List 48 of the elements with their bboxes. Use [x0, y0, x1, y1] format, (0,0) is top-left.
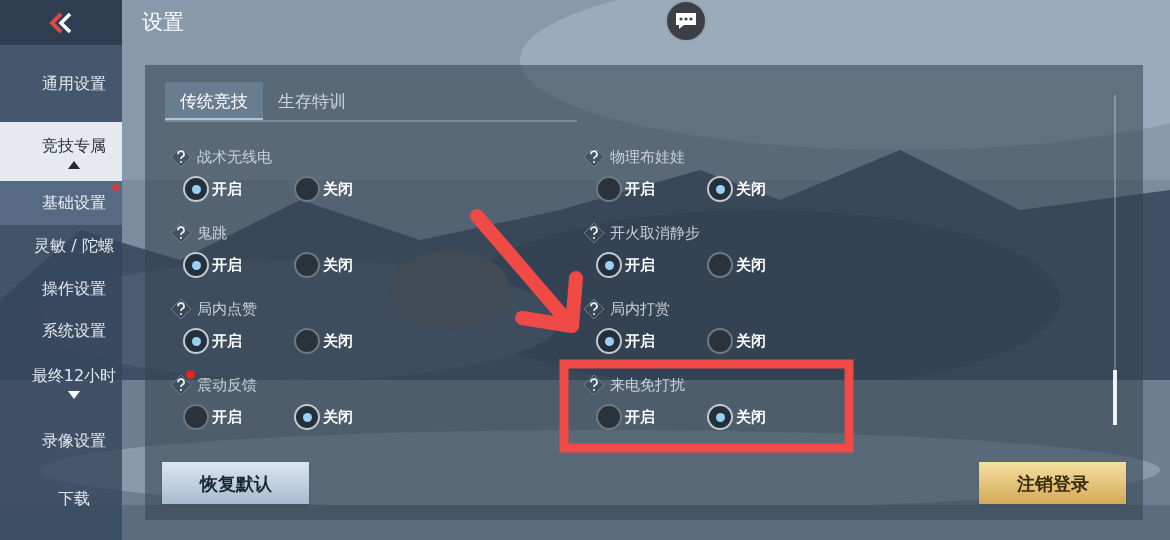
- setting-label: 来电免打扰: [610, 374, 685, 396]
- sidebar-item[interactable]: 通用设置: [0, 45, 122, 122]
- radio-option[interactable]: 开启: [596, 326, 707, 356]
- radio-option[interactable]: 开启: [183, 326, 294, 356]
- radio-option[interactable]: 关闭: [294, 402, 353, 432]
- help-icon[interactable]: [583, 146, 605, 168]
- help-icon[interactable]: [583, 374, 605, 396]
- radio-option[interactable]: 关闭: [707, 326, 766, 356]
- radio-option[interactable]: 关闭: [294, 174, 353, 204]
- page-title: 设置: [142, 9, 184, 36]
- setting-label: 震动反馈: [197, 374, 257, 396]
- reset-button[interactable]: 恢复默认: [162, 462, 309, 504]
- radio-option[interactable]: 关闭: [707, 402, 766, 432]
- radio-option[interactable]: 开启: [183, 402, 294, 432]
- radio-option[interactable]: 开启: [596, 250, 707, 280]
- sidebar-item[interactable]: 基础设置: [0, 181, 122, 225]
- help-icon[interactable]: [170, 374, 192, 396]
- setting-label: 局内点赞: [197, 298, 257, 320]
- scrollbar-thumb[interactable]: [1113, 370, 1117, 425]
- sidebar-item[interactable]: 录像设置: [0, 411, 122, 471]
- radio-option[interactable]: 关闭: [294, 326, 353, 356]
- radio-option[interactable]: 关闭: [707, 250, 766, 280]
- radio-option[interactable]: 开启: [183, 250, 294, 280]
- logout-button[interactable]: 注销登录: [979, 462, 1126, 504]
- tab[interactable]: 生存特训: [263, 82, 361, 120]
- radio-option[interactable]: 关闭: [294, 250, 353, 280]
- help-icon[interactable]: [170, 146, 192, 168]
- sidebar-item[interactable]: 灵敏 / 陀螺: [0, 225, 122, 267]
- help-icon[interactable]: [583, 298, 605, 320]
- radio-option[interactable]: 开启: [183, 174, 294, 204]
- sidebar-item[interactable]: 最终12小时: [0, 352, 122, 411]
- setting-label: 鬼跳: [197, 222, 227, 244]
- sidebar-item[interactable]: 下载: [0, 471, 122, 526]
- setting-label: 物理布娃娃: [610, 146, 685, 168]
- sidebar-item[interactable]: 竞技专属: [0, 122, 122, 181]
- help-icon[interactable]: [170, 298, 192, 320]
- setting-label: 局内打赏: [610, 298, 670, 320]
- back-button[interactable]: [0, 0, 122, 45]
- sidebar-item[interactable]: 系统设置: [0, 310, 122, 352]
- sidebar-item[interactable]: 操作设置: [0, 267, 122, 310]
- radio-option[interactable]: 关闭: [707, 174, 766, 204]
- radio-option[interactable]: 开启: [596, 174, 707, 204]
- setting-label: 开火取消静步: [610, 222, 700, 244]
- tab[interactable]: 传统竞技: [165, 82, 263, 120]
- help-icon[interactable]: [583, 222, 605, 244]
- setting-label: 战术无线电: [197, 146, 272, 168]
- radio-option[interactable]: 开启: [596, 402, 707, 432]
- help-icon[interactable]: [170, 222, 192, 244]
